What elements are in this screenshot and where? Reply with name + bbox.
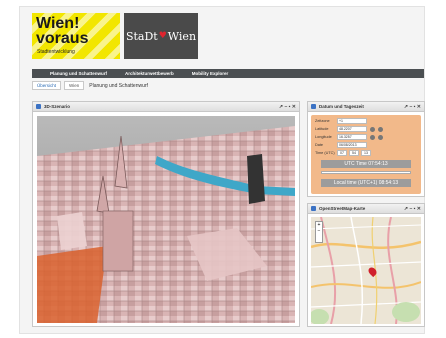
hour-field[interactable]: 07 <box>337 150 347 156</box>
row-latitude: Latitude 48.2207 <box>315 126 383 132</box>
longitude-field[interactable]: 16.3257 <box>337 134 367 140</box>
nav-item-planung[interactable]: Planung und Schattenwurf <box>50 71 107 76</box>
row-date: Date 06/08/2013 <box>315 142 367 148</box>
page: Wien! voraus Stadtentwicklung StaDt ♥ Wi… <box>19 6 425 334</box>
breadcrumb-current: Planung und Schattenwurf <box>89 82 148 89</box>
panel-date-title: Datum und Tageszeit <box>319 104 364 109</box>
local-time-display: Local time (UTC+1) 08:54:13 <box>321 179 411 187</box>
panel-controls[interactable]: ↗ – ▪ ✕ <box>404 104 421 110</box>
panel-date-time: Datum und Tageszeit ↗ – ▪ ✕ Zeitzone +1 … <box>307 101 425 197</box>
logo-wien-text: Wien <box>167 29 197 43</box>
panel-3d-scenario: 3D-Szenario ↗ – ▪ ✕ <box>32 101 300 327</box>
panel-date-header: Datum und Tageszeit ↗ – ▪ ✕ <box>308 102 424 112</box>
panel-3d-title: 3D-Szenario <box>44 104 71 109</box>
panel-icon <box>311 104 316 109</box>
panel-icon <box>311 206 316 211</box>
logo-subline: Stadtentwicklung <box>37 49 75 55</box>
logo-line-2: voraus <box>36 30 89 47</box>
row-timezone: Zeitzone +1 <box>315 118 367 124</box>
breadcrumb: Übersicht Wien Planung und Schattenwurf <box>32 81 148 90</box>
utc-time-display: UTC Time 07:54:13 <box>321 160 411 168</box>
logo-stadt-text: StaDt <box>125 29 158 43</box>
time-slider[interactable] <box>321 171 411 174</box>
3d-city-render <box>37 116 295 323</box>
breadcrumb-wien[interactable]: Wien <box>64 81 85 90</box>
nav-item-mobility[interactable]: Mobility Explorer <box>192 71 229 76</box>
latitude-up-icon[interactable] <box>370 126 375 132</box>
panel-3d-header: 3D-Szenario ↗ – ▪ ✕ <box>33 102 299 112</box>
heart-icon: ♥ <box>158 31 167 41</box>
main-navigation: Planung und Schattenwurf Architekturwett… <box>32 69 424 78</box>
second-field[interactable]: 13 <box>361 150 371 156</box>
zoom-out-button[interactable]: − <box>316 228 322 234</box>
panel-controls[interactable]: ↗ – ▪ ✕ <box>404 206 421 212</box>
map-zoom-control: + − <box>315 221 323 243</box>
map-streets <box>311 217 421 324</box>
minute-field[interactable]: 54 <box>349 150 359 156</box>
3d-city-viewport[interactable] <box>37 116 295 323</box>
longitude-up-icon[interactable] <box>370 134 375 140</box>
date-field[interactable]: 06/08/2013 <box>337 142 367 148</box>
date-form: Zeitzone +1 Latitude 48.2207 Longitude 1… <box>311 115 421 194</box>
longitude-down-icon[interactable] <box>378 134 383 140</box>
wien-voraus-logo[interactable]: Wien! voraus Stadtentwicklung <box>32 13 120 59</box>
row-longitude: Longitude 16.3257 <box>315 134 383 140</box>
panel-icon <box>36 104 41 109</box>
latitude-down-icon[interactable] <box>378 126 383 132</box>
nav-item-architektur[interactable]: Architekturwettbewerb <box>125 71 174 76</box>
row-time: Time (UTC) 07 54 13 <box>315 150 373 156</box>
latitude-field[interactable]: 48.2207 <box>337 126 367 132</box>
panel-osm-map: OpenStreetMap-Karte ↗ – ▪ ✕ + − <box>307 203 425 327</box>
logo-line-1: Wien! <box>36 15 80 32</box>
panel-controls[interactable]: ↗ – ▪ ✕ <box>279 104 296 110</box>
breadcrumb-overview[interactable]: Übersicht <box>32 81 62 90</box>
timezone-field[interactable]: +1 <box>337 118 367 124</box>
panel-map-title: OpenStreetMap-Karte <box>319 206 366 211</box>
panel-map-header: OpenStreetMap-Karte ↗ – ▪ ✕ <box>308 204 424 214</box>
osm-map-view[interactable]: + − <box>311 217 421 324</box>
stadt-wien-logo[interactable]: StaDt ♥ Wien <box>124 13 198 59</box>
